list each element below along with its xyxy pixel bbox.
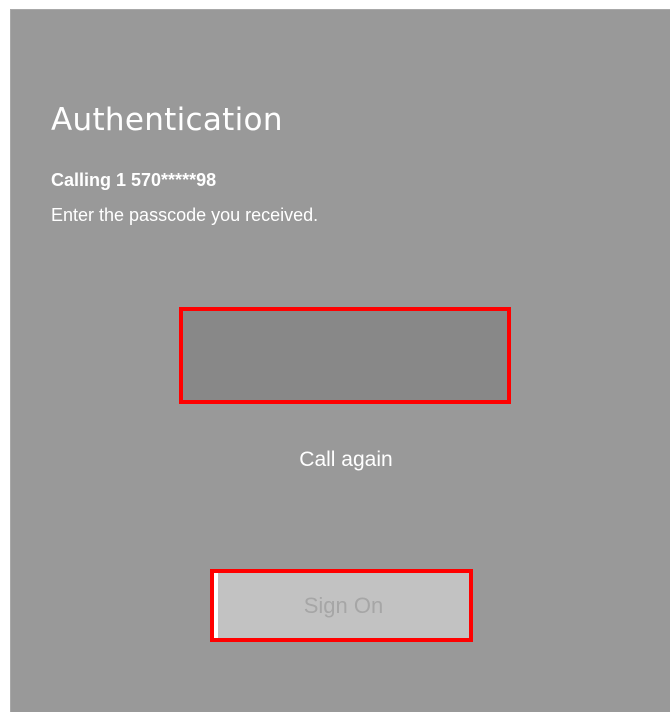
passcode-field-highlight: [179, 307, 511, 404]
page-title: Authentication: [51, 102, 283, 138]
sign-on-button[interactable]: Sign On: [218, 573, 469, 638]
authentication-panel: Authentication Calling 1 570*****98 Ente…: [10, 9, 670, 712]
call-again-link[interactable]: Call again: [11, 448, 670, 472]
passcode-instruction: Enter the passcode you received.: [51, 205, 319, 225]
sign-on-button-highlight: Sign On: [210, 569, 473, 642]
calling-number-text: Calling 1 570*****98: [51, 170, 217, 190]
passcode-input[interactable]: [183, 311, 507, 400]
